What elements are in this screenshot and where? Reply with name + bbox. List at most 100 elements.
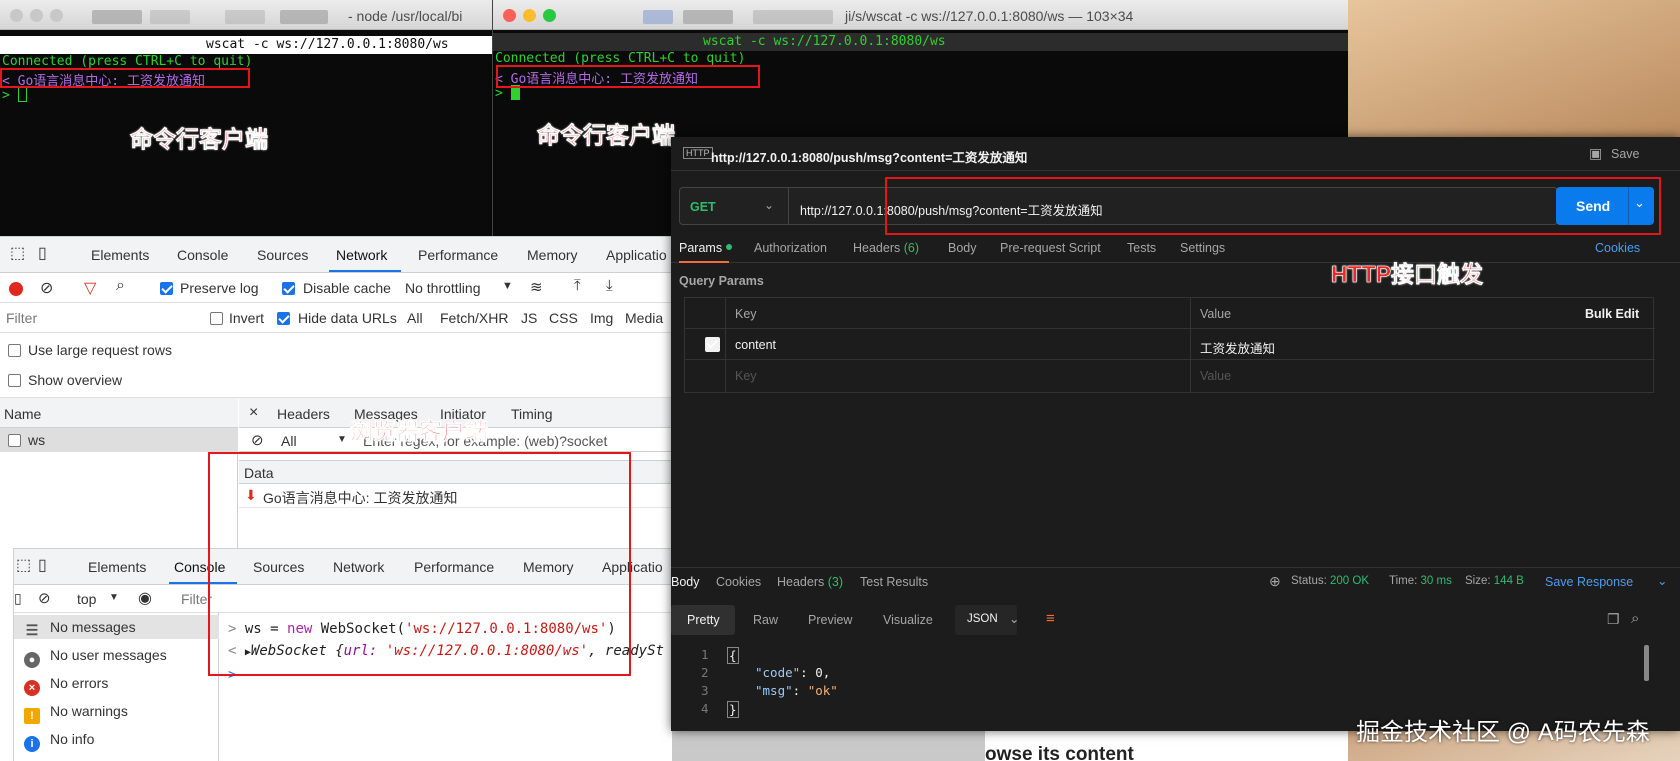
inspect-icon[interactable]: ⬚ [10,243,25,263]
message-type-select[interactable]: All [281,433,297,449]
context-select[interactable]: top [77,591,96,607]
zoom-light-icon[interactable] [50,9,63,22]
devtools-tab-bar: ⬚ ▯ Elements Console Sources Network Per… [0,237,672,273]
clear-icon[interactable]: ⊘ [40,278,53,298]
filter-icon[interactable]: ▽ [84,278,96,298]
view-visualize[interactable]: Visualize [883,613,933,627]
close-icon[interactable]: × [249,404,258,422]
chevron-down-icon[interactable]: ▼ [337,434,347,445]
tab-elements[interactable]: Elements [88,559,146,575]
device-toolbar-icon[interactable]: ▯ [38,243,47,263]
sidebar-item-user-messages[interactable]: ● No user messages [24,647,167,668]
view-raw[interactable]: Raw [753,613,778,627]
sidebar-item-info[interactable]: i No info [24,731,94,752]
sidebar-item-messages[interactable]: ☰ No messages [24,619,136,638]
tab-console[interactable]: Console [177,247,228,263]
save-button[interactable]: Save [1611,147,1640,161]
large-rows-checkbox[interactable] [8,344,21,357]
globe-icon[interactable]: ⊕ [1269,573,1281,590]
clear-icon[interactable]: ⊘ [38,589,51,607]
disable-cache-checkbox[interactable] [282,282,295,295]
save-icon[interactable]: ▣ [1589,145,1602,162]
minimize-light-icon[interactable] [523,9,536,22]
tab-headers[interactable]: Headers [277,406,330,422]
param-enabled-checkbox[interactable] [705,337,720,352]
resp-tab-test-results[interactable]: Test Results [860,575,928,589]
format-select[interactable]: JSON [967,613,998,625]
save-response-button[interactable]: Save Response [1545,575,1633,589]
zoom-light-icon[interactable] [543,9,556,22]
time-label: Time: [1389,575,1418,587]
tab-network[interactable]: Network [336,247,387,263]
params-table: Key Value Bulk Edit content 工资发放通知 Key V… [684,297,1655,393]
resp-tab-body[interactable]: Body [671,575,700,589]
param-key[interactable]: content [735,338,776,352]
eye-icon[interactable]: ◉ [138,588,152,608]
value-input[interactable]: Value [1200,369,1231,383]
view-pretty[interactable]: Pretty [687,613,720,627]
folder-icon [643,10,673,24]
tab-settings[interactable]: Settings [1180,241,1225,255]
wrap-lines-icon[interactable]: ≡ [1046,610,1055,627]
type-filter-js[interactable]: JS [521,310,537,326]
tab-headers[interactable]: Headers (6) [853,241,919,255]
sidebar-item-errors[interactable]: × No errors [24,675,108,696]
tab-authorization[interactable]: Authorization [754,241,827,255]
bulk-edit-button[interactable]: Bulk Edit [1585,307,1639,321]
minimize-light-icon[interactable] [30,9,43,22]
hide-data-urls-checkbox[interactable] [277,312,290,325]
inspect-icon[interactable]: ⬚ [16,555,31,575]
chevron-down-icon[interactable]: ⌄ [1009,611,1019,626]
tab-tests[interactable]: Tests [1127,241,1156,255]
tab-params[interactable]: Params [679,241,733,255]
close-light-icon[interactable] [10,9,23,22]
sidebar-item-warnings[interactable]: ! No warnings [24,703,128,724]
throttling-select[interactable]: No throttling [405,280,480,296]
param-value[interactable]: 工资发放通知 [1200,338,1275,357]
resp-tab-headers[interactable]: Headers (3) [777,575,843,589]
chevron-down-icon[interactable]: ▼ [109,592,119,603]
method-select[interactable]: GET [690,200,716,214]
close-light-icon[interactable] [503,9,516,22]
network-conditions-icon[interactable]: ≋ [530,278,543,296]
device-toolbar-icon[interactable]: ▯ [38,555,47,575]
key-input[interactable]: Key [735,369,757,383]
search-icon[interactable]: ⌕ [1631,610,1639,627]
filter-input[interactable]: Filter [6,310,37,326]
type-filter-media[interactable]: Media [625,310,663,326]
tab-elements[interactable]: Elements [91,247,149,263]
download-icon[interactable]: ⤓ [606,277,613,294]
copy-icon[interactable]: ❐ [1607,611,1620,628]
request-title[interactable]: http://127.0.0.1:8080/push/msg?content=工… [711,147,1027,166]
tab-pre-request-script[interactable]: Pre-request Script [1000,241,1101,255]
tab-memory[interactable]: Memory [527,247,578,263]
chevron-down-icon[interactable]: ▼ [502,280,513,292]
sidebar-toggle-icon[interactable]: ▯ [14,590,22,607]
scrollbar[interactable] [1644,645,1649,681]
preserve-log-checkbox[interactable] [160,282,173,295]
request-row[interactable]: ws [0,428,238,452]
invert-checkbox[interactable] [210,312,223,325]
prompt-line[interactable]: > [2,87,27,103]
tab-timing[interactable]: Timing [511,406,553,422]
upload-icon[interactable]: ⤒ [574,277,581,294]
type-filter-xhr[interactable]: Fetch/XHR [440,310,508,326]
tab-sources[interactable]: Sources [257,247,308,263]
show-overview-checkbox[interactable] [8,374,21,387]
chevron-down-icon[interactable]: ⌄ [764,198,774,212]
record-icon[interactable] [9,282,23,296]
param-row-empty[interactable]: Key Value [685,360,1655,391]
type-filter-all[interactable]: All [407,310,423,326]
tab-performance[interactable]: Performance [418,247,498,263]
chevron-down-icon[interactable]: ⌄ [1657,573,1667,588]
resp-tab-cookies[interactable]: Cookies [716,575,761,589]
view-preview[interactable]: Preview [808,613,852,627]
tab-application[interactable]: Applicatio [606,247,667,263]
name-column-header[interactable]: Name [0,398,238,428]
cookies-link[interactable]: Cookies [1595,241,1640,255]
type-filter-img[interactable]: Img [590,310,613,326]
param-row[interactable]: content 工资发放通知 [685,329,1655,360]
search-icon[interactable]: ⌕ [116,277,125,295]
type-filter-css[interactable]: CSS [549,310,578,326]
tab-body[interactable]: Body [948,241,977,255]
